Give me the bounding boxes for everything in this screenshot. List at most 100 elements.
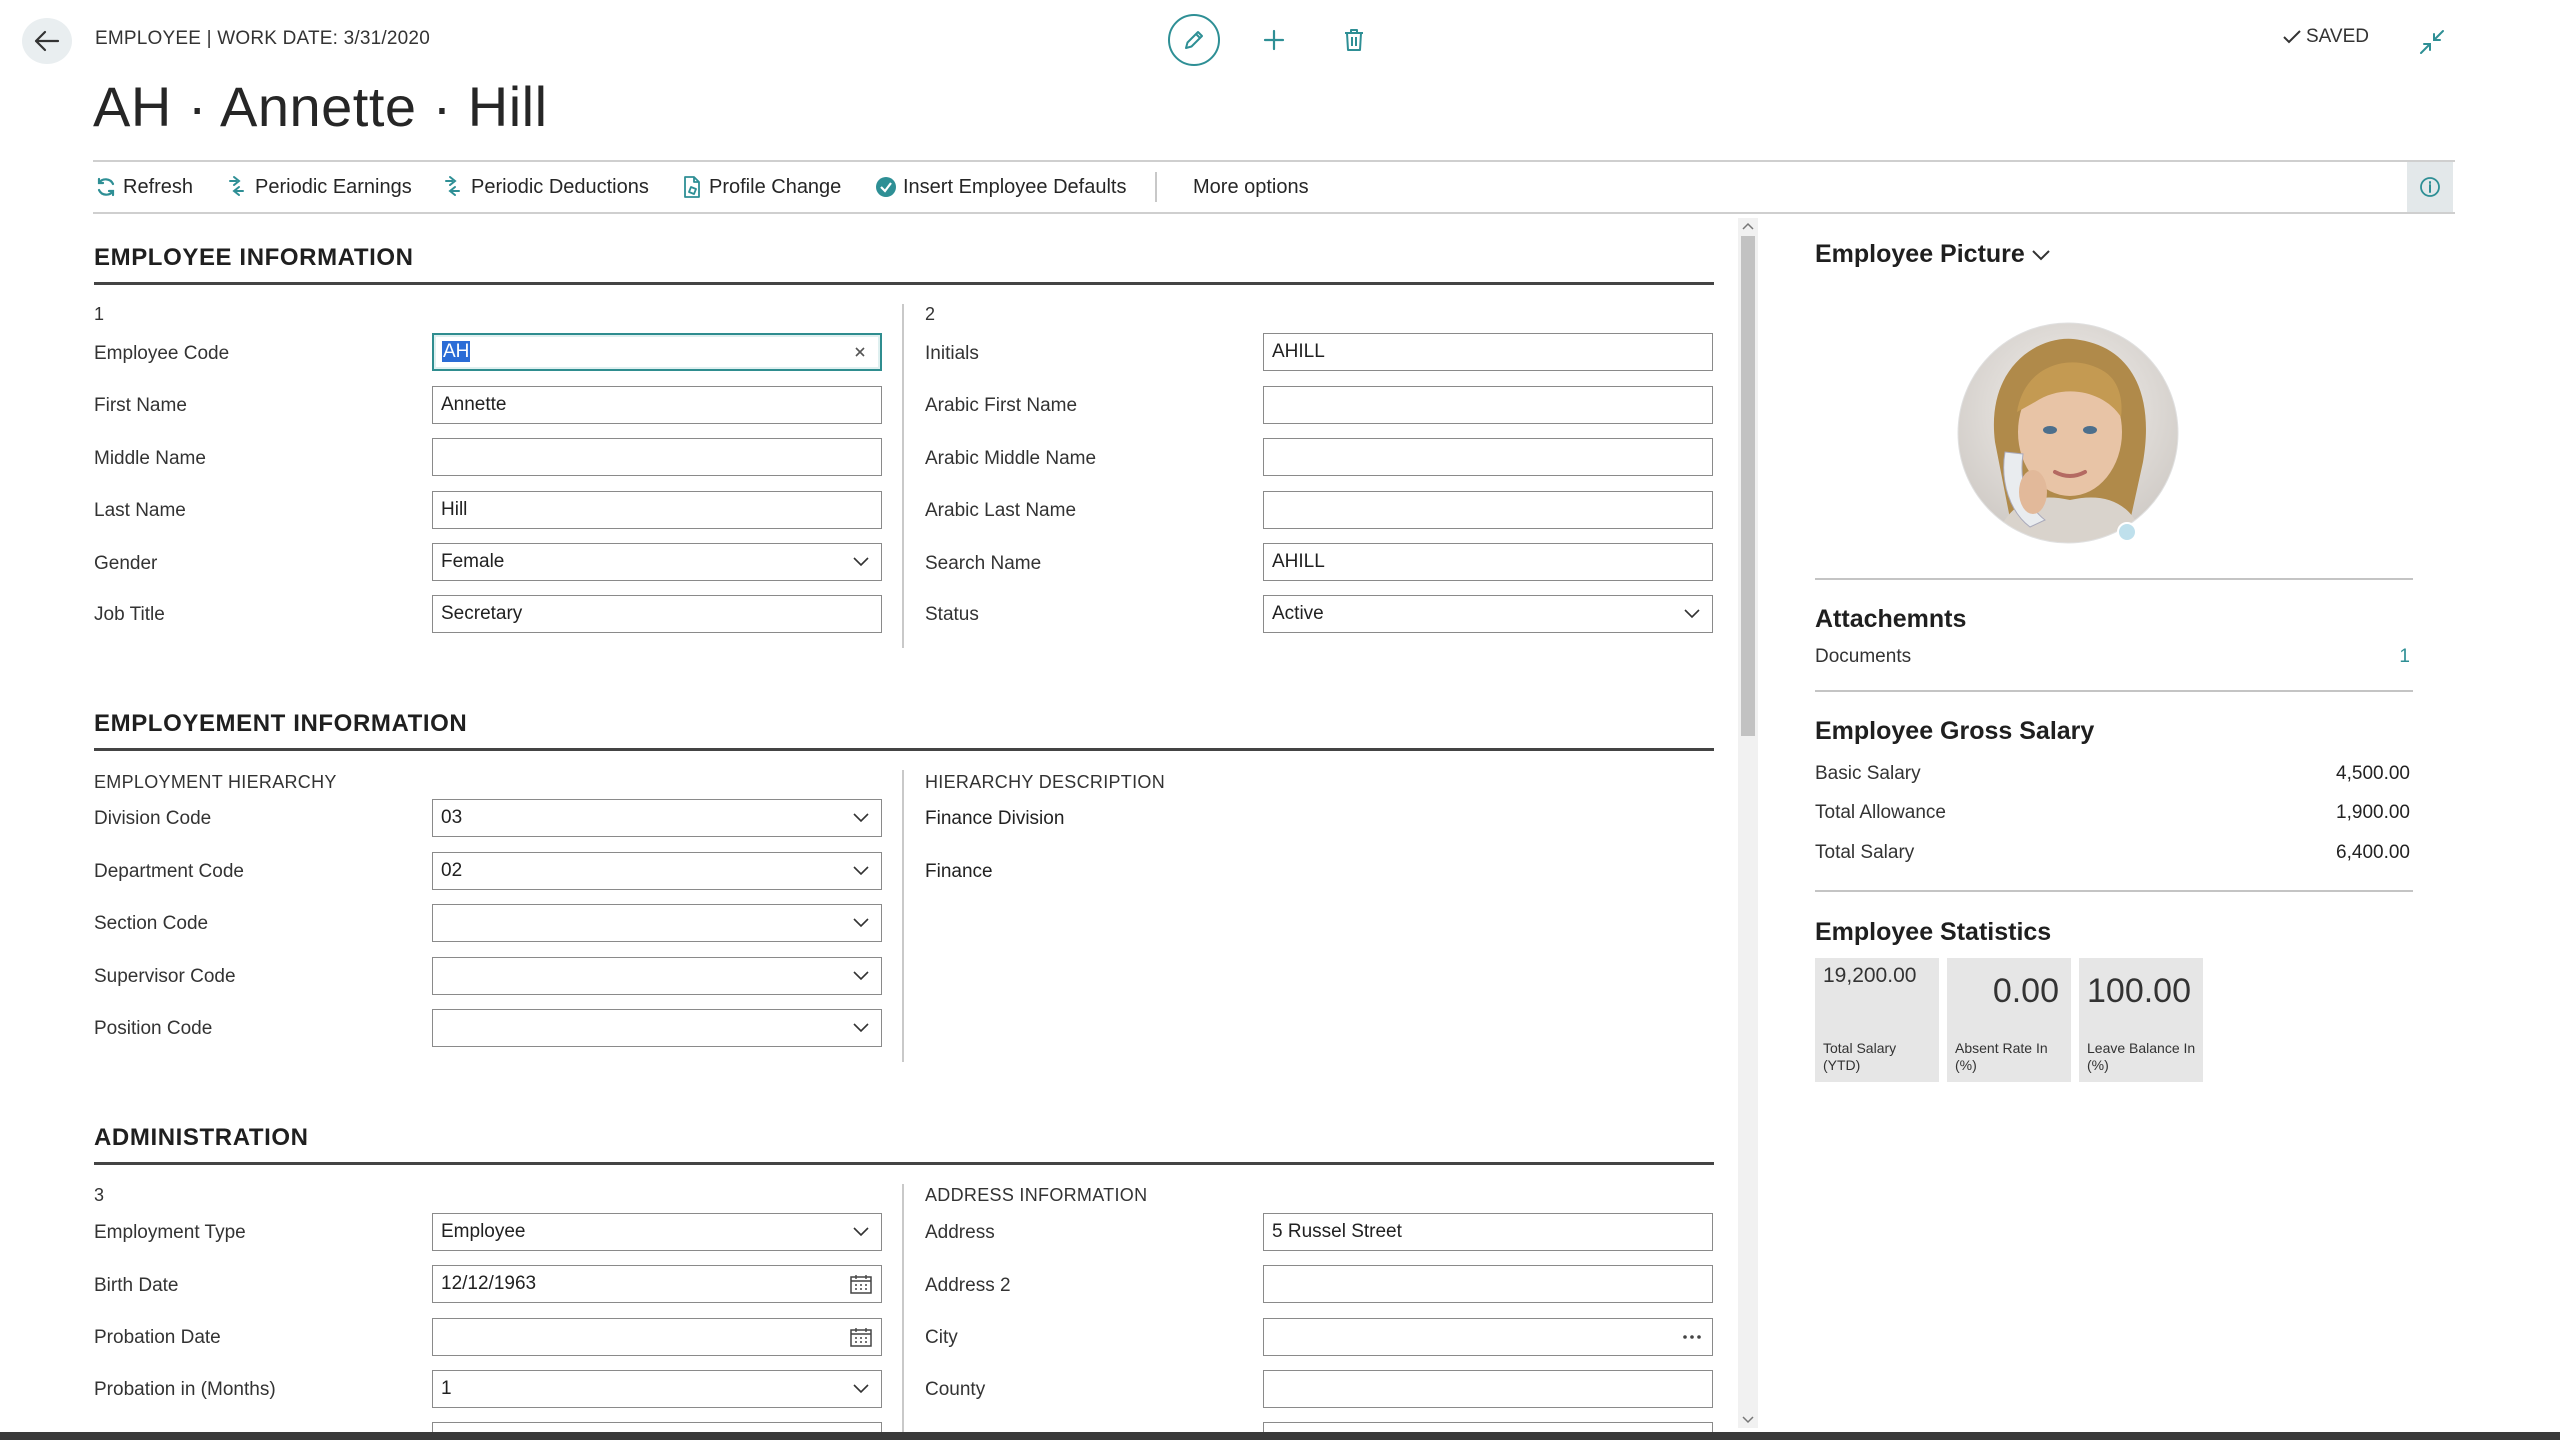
factbox-toggle-button[interactable] [2407,162,2453,212]
arabic-middle-name-label: Arabic Middle Name [925,448,1097,469]
scrollbar-thumb[interactable] [1741,236,1755,736]
address-information-header: ADDRESS INFORMATION [925,1185,1148,1205]
employee-information-header[interactable]: EMPLOYEE INFORMATION [94,244,1714,285]
division-code-label: Division Code [94,808,212,829]
document-edit-icon [684,176,700,198]
first-name-label: First Name [94,395,187,416]
address-input[interactable]: 5 Russel Street [1263,1213,1713,1251]
more-options-label: More options [1193,175,1309,198]
status-select[interactable]: Active [1263,595,1713,633]
chevron-down-icon [841,1214,881,1250]
arabic-last-name-label: Arabic Last Name [925,500,1077,521]
stat-tile-leave-balance[interactable]: 100.00 Leave Balance In (%) [2079,958,2203,1082]
edit-button[interactable] [1168,14,1220,66]
city-input[interactable] [1263,1318,1713,1356]
probation-months-select[interactable]: 1 [432,1370,882,1408]
county-input[interactable] [1263,1370,1713,1408]
employee-statistics-title: Employee Statistics [1815,918,2052,946]
section-code-select[interactable] [432,904,882,942]
total-salary-label: Total Salary [1815,842,1915,863]
periodic-deductions-action[interactable]: Periodic Deductions [443,162,649,212]
calendar-icon[interactable] [841,1319,881,1355]
stat-tile-label: Leave Balance In (%) [2087,1040,2196,1073]
stat-tile-total-salary-ytd[interactable]: 19,200.00 Total Salary (YTD) [1815,958,1939,1082]
info-icon [2420,177,2440,197]
factbox-divider [1815,578,2413,580]
back-button[interactable] [22,18,72,64]
next-row-input[interactable] [1263,1422,1713,1432]
division-code-select[interactable]: 03 [432,799,882,837]
column-separator [902,770,904,1062]
arabic-last-name-input[interactable] [1263,491,1713,529]
position-code-label: Position Code [94,1018,213,1039]
flow-icon [445,176,460,196]
position-code-select[interactable] [432,1009,882,1047]
insert-defaults-action[interactable]: Insert Employee Defaults [875,162,1126,212]
new-button[interactable] [1248,14,1300,66]
arabic-first-name-input[interactable] [1263,386,1713,424]
saved-label: SAVED [2306,26,2370,47]
periodic-earnings-action[interactable]: Periodic Earnings [227,162,412,212]
department-description: Finance [925,861,993,882]
address-2-label: Address 2 [925,1275,1011,1296]
arabic-middle-name-input[interactable] [1263,438,1713,476]
documents-count-link[interactable]: 1 [2300,646,2410,668]
chevron-down-icon [2032,249,2050,260]
section-code-label: Section Code [94,913,209,934]
employee-picture-header[interactable]: Employee Picture [1815,240,2051,269]
chevron-down-icon [841,1010,881,1046]
division-code-value: 03 [441,807,463,828]
collapse-button[interactable] [2412,22,2452,62]
refresh-action[interactable]: Refresh [95,162,193,212]
probation-date-input[interactable] [432,1318,882,1356]
basic-salary-label: Basic Salary [1815,763,1921,784]
employment-type-select[interactable]: Employee [432,1213,882,1251]
status-label: Status [925,604,979,625]
division-description: Finance Division [925,808,1065,829]
gender-select[interactable]: Female [432,543,882,581]
employment-type-label: Employment Type [94,1222,246,1243]
initials-value: AHILL [1272,341,1325,362]
window-bottom-edge [0,1432,2560,1440]
supervisor-code-select[interactable] [432,957,882,995]
refresh-icon [97,177,115,197]
scroll-up-icon[interactable] [1738,218,1758,234]
employee-code-input[interactable]: AH [432,333,882,371]
employment-information-header[interactable]: EMPLOYEMENT INFORMATION [94,710,1714,751]
search-name-input[interactable]: AHILL [1263,543,1713,581]
department-code-label: Department Code [94,861,244,882]
action-separator [1155,172,1157,202]
administration-header[interactable]: ADMINISTRATION [94,1124,1714,1165]
birth-date-input[interactable]: 12/12/1963 [432,1265,882,1303]
pencil-icon [1185,31,1203,49]
initials-input[interactable]: AHILL [1263,333,1713,371]
chevron-down-icon [841,544,881,580]
action-bar: Refresh Periodic Earnings Periodic Deduc… [93,160,2455,214]
scroll-down-icon[interactable] [1738,1412,1758,1428]
collapse-icon [2420,30,2444,54]
total-salary-value: 6,400.00 [2336,842,2410,863]
page-title: AH · Annette · Hill [93,75,548,138]
profile-change-action[interactable]: Profile Change [681,162,841,212]
address-2-input[interactable] [1263,1265,1713,1303]
stat-tile-value: 0.00 [1992,972,2059,1010]
employee-picture[interactable] [1955,322,2181,544]
ellipsis-icon[interactable] [1672,1319,1712,1355]
probation-months-value: 1 [441,1378,452,1399]
factbox-divider [1815,890,2413,892]
delete-button[interactable] [1328,14,1380,66]
department-code-select[interactable]: 02 [432,852,882,890]
employment-hierarchy-header: EMPLOYMENT HIERARCHY [94,772,337,792]
next-row-input[interactable] [432,1422,882,1432]
stat-tile-absent-rate[interactable]: 0.00 Absent Rate In (%) [1947,958,2071,1082]
job-title-input[interactable]: Secretary [432,595,882,633]
last-name-input[interactable]: Hill [432,491,882,529]
stat-tile-label: Total Salary (YTD) [1823,1040,1897,1073]
stat-tile-label: Absent Rate In (%) [1955,1040,2048,1073]
more-options-action[interactable]: More options [1193,162,1309,212]
calendar-icon[interactable] [841,1266,881,1302]
first-name-input[interactable]: Annette [432,386,882,424]
middle-name-input[interactable] [432,438,882,476]
clear-icon[interactable] [840,335,880,369]
arrow-left-icon [34,30,60,52]
